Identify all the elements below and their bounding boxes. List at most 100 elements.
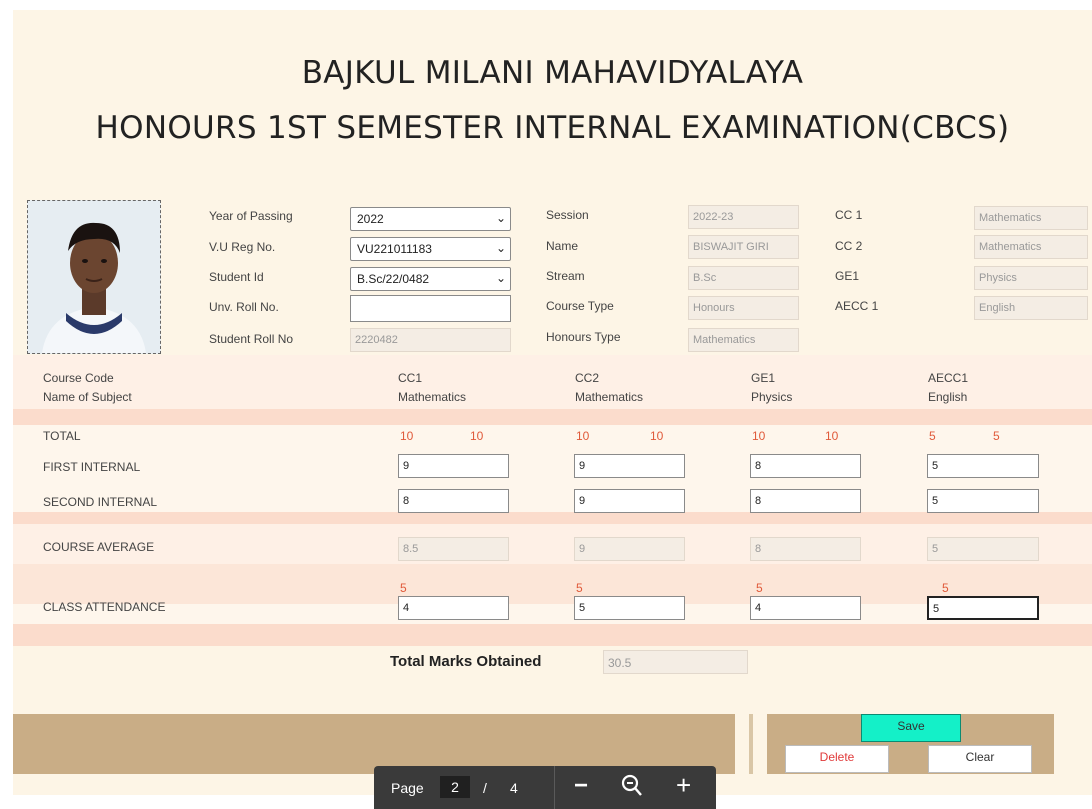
year-of-passing-select[interactable]: 2022 ⌄ xyxy=(350,207,511,231)
cc2-code: CC2 xyxy=(575,371,600,385)
ge1-total-b: 10 xyxy=(825,429,839,443)
divider-band xyxy=(13,512,1092,524)
year-of-passing-label: Year of Passing xyxy=(209,209,293,223)
ge1-first-internal-input[interactable]: 8 xyxy=(750,454,861,478)
student-roll-field: 2220482 xyxy=(350,328,511,352)
student-id-select[interactable]: B.Sc/22/0482 ⌄ xyxy=(350,267,511,291)
clear-button[interactable]: Clear xyxy=(928,745,1032,773)
page-label: Page xyxy=(391,780,424,796)
total-marks-field: 30.5 xyxy=(603,650,748,674)
cc2-second-internal-input[interactable]: 9 xyxy=(574,489,685,513)
exam-form: BAJKUL MILANI MAHAVIDYALAYA HONOURS 1ST … xyxy=(13,10,1092,795)
ge1-label: GE1 xyxy=(835,269,860,283)
cc1-first-internal-input[interactable]: 9 xyxy=(398,454,509,478)
cc1-label: CC 1 xyxy=(835,208,863,222)
cc1-total-b: 10 xyxy=(470,429,484,443)
cc2-total-a: 10 xyxy=(576,429,590,443)
total-marks-label: Total Marks Obtained xyxy=(390,653,542,670)
cc2-total-b: 10 xyxy=(650,429,664,443)
page-separator: / xyxy=(483,780,487,796)
aecc1-code: AECC1 xyxy=(928,371,969,385)
aecc1-total-a: 5 xyxy=(929,429,936,443)
college-title: BAJKUL MILANI MAHAVIDYALAYA xyxy=(301,55,804,91)
student-id-value: B.Sc/22/0482 xyxy=(357,272,430,286)
session-field: 2022-23 xyxy=(688,205,799,229)
name-field: BISWAJIT GIRI xyxy=(688,235,799,259)
aecc1-subject-field: English xyxy=(974,296,1088,320)
delete-button[interactable]: Delete xyxy=(785,745,889,773)
cc2-subject-field: Mathematics xyxy=(974,235,1088,259)
cc1-subject: Mathematics xyxy=(398,390,467,404)
second-internal-label: SECOND INTERNAL xyxy=(43,495,158,509)
student-photo xyxy=(27,200,161,354)
stream-field: B.Sc xyxy=(688,266,799,290)
honours-type-field: Mathematics xyxy=(688,328,799,352)
page-number-input[interactable]: 2 xyxy=(440,776,470,798)
ge1-total-a: 10 xyxy=(752,429,766,443)
session-label: Session xyxy=(546,208,589,222)
ge1-attendance-input[interactable]: 4 xyxy=(750,596,861,620)
vu-reg-select[interactable]: VU221011183 ⌄ xyxy=(350,237,511,261)
aecc1-first-internal-input[interactable]: 5 xyxy=(927,454,1039,478)
cc1-average-field: 8.5 xyxy=(398,537,509,561)
chevron-down-icon: ⌄ xyxy=(495,241,506,255)
zoom-out-button[interactable]: − xyxy=(574,772,588,800)
cc1-code: CC1 xyxy=(398,371,423,385)
aecc1-label: AECC 1 xyxy=(835,299,879,313)
page-total: 4 xyxy=(510,780,518,796)
stream-label: Stream xyxy=(546,269,585,283)
pager-divider xyxy=(554,766,555,809)
ge1-code: GE1 xyxy=(751,371,776,385)
action-bar-left xyxy=(13,714,735,774)
ge1-subject-field: Physics xyxy=(974,266,1088,290)
year-of-passing-value: 2022 xyxy=(357,212,384,226)
honours-type-label: Honours Type xyxy=(546,330,621,344)
vu-reg-value: VU221011183 xyxy=(357,242,432,256)
cc2-subject: Mathematics xyxy=(575,390,644,404)
aecc1-total-b: 5 xyxy=(993,429,1000,443)
ge1-attendance-max: 5 xyxy=(756,581,763,595)
ge1-second-internal-input[interactable]: 8 xyxy=(750,489,861,513)
course-code-label: Course Code xyxy=(43,371,114,385)
cc1-second-internal-input[interactable]: 8 xyxy=(398,489,509,513)
total-label: TOTAL xyxy=(43,429,81,443)
cc2-attendance-max: 5 xyxy=(576,581,583,595)
ge1-average-field: 8 xyxy=(750,537,861,561)
divider-band xyxy=(13,409,1092,425)
divider-band xyxy=(13,624,1092,646)
cc1-subject-field: Mathematics xyxy=(974,206,1088,230)
ge1-subject: Physics xyxy=(751,390,793,404)
course-type-label: Course Type xyxy=(546,299,614,313)
cc2-attendance-input[interactable]: 5 xyxy=(574,596,685,620)
chevron-down-icon: ⌄ xyxy=(495,211,506,225)
exam-title: HONOURS 1ST SEMESTER INTERNAL EXAMINATIO… xyxy=(95,110,1010,146)
aecc1-attendance-input[interactable]: 5 xyxy=(927,596,1039,620)
student-id-label: Student Id xyxy=(209,270,264,284)
page-navigator: Page 2 / 4 − + xyxy=(374,766,716,809)
aecc1-attendance-max: 5 xyxy=(942,581,949,595)
zoom-reset-icon[interactable] xyxy=(621,774,643,803)
cc2-average-field: 9 xyxy=(574,537,685,561)
cc2-first-internal-input[interactable]: 9 xyxy=(574,454,685,478)
unv-roll-input[interactable] xyxy=(350,295,511,322)
first-internal-label: FIRST INTERNAL xyxy=(43,460,141,474)
course-average-label: COURSE AVERAGE xyxy=(43,540,155,554)
course-type-field: Honours xyxy=(688,296,799,320)
cc2-label: CC 2 xyxy=(835,239,863,253)
student-roll-label: Student Roll No xyxy=(209,332,294,346)
cc1-attendance-max: 5 xyxy=(400,581,407,595)
save-button[interactable]: Save xyxy=(861,714,961,742)
cc1-total-a: 10 xyxy=(400,429,414,443)
zoom-in-button[interactable]: + xyxy=(676,770,691,801)
class-attendance-label: CLASS ATTENDANCE xyxy=(43,600,166,614)
subject-name-label: Name of Subject xyxy=(43,390,132,404)
aecc1-subject: English xyxy=(928,390,968,404)
aecc1-second-internal-input[interactable]: 5 xyxy=(927,489,1039,513)
divider xyxy=(749,714,753,774)
chevron-down-icon: ⌄ xyxy=(495,271,506,285)
cc1-attendance-input[interactable]: 4 xyxy=(398,596,509,620)
unv-roll-label: Unv. Roll No. xyxy=(209,300,279,314)
aecc1-average-field: 5 xyxy=(927,537,1039,561)
name-label: Name xyxy=(546,239,579,253)
vu-reg-label: V.U Reg No. xyxy=(209,240,276,254)
